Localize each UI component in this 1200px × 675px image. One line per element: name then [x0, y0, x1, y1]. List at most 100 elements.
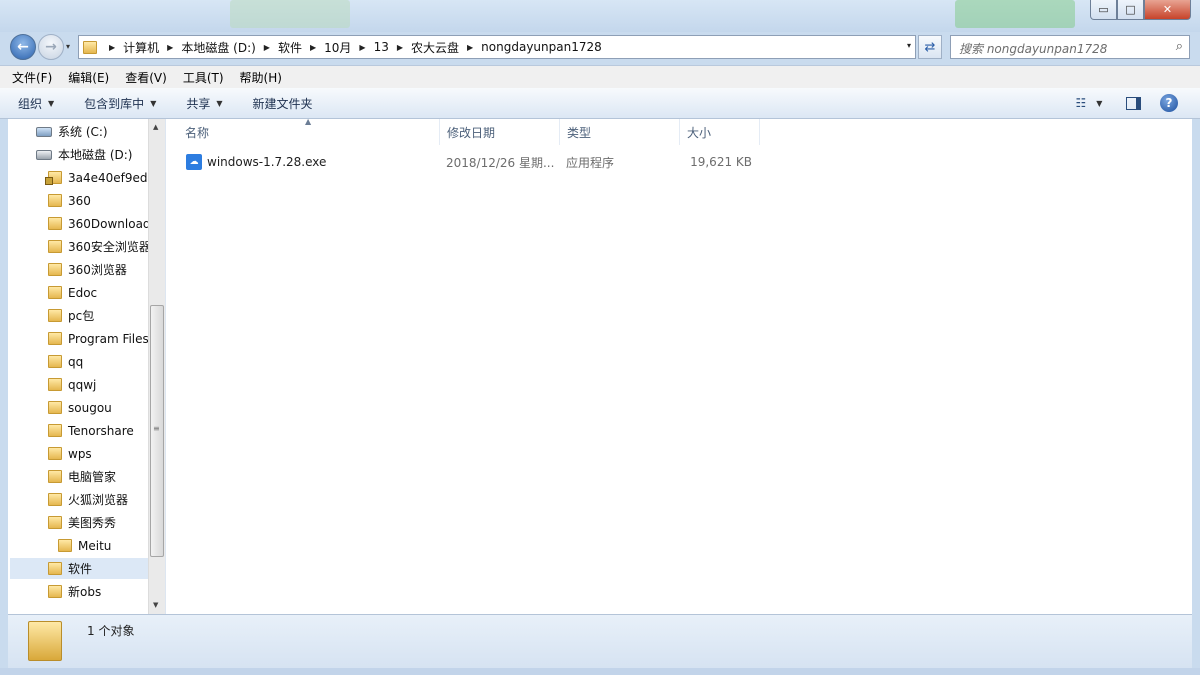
- folder-icon: [28, 621, 62, 661]
- file-size: 19,621 KB: [690, 155, 752, 169]
- preview-pane-icon: [1125, 96, 1141, 110]
- folder-icon: [48, 447, 62, 460]
- organize-button[interactable]: 组织 ▼: [18, 95, 54, 112]
- tree-item-folder[interactable]: 360Download: [48, 213, 151, 234]
- share-label: 共享: [186, 96, 211, 111]
- details-pane: 1 个对象: [8, 614, 1192, 668]
- column-header-size[interactable]: 大小: [680, 119, 760, 145]
- tree-item-label: qqwj: [68, 377, 97, 392]
- tree-item-label: 本地磁盘 (D:): [58, 148, 133, 162]
- back-button[interactable]: ←: [10, 34, 36, 60]
- navigation-pane: 系统 (C:) 本地磁盘 (D:) 3a4e40ef9ed7 360 360Do…: [8, 119, 166, 614]
- help-button[interactable]: ?: [1160, 93, 1178, 113]
- tree-item-label: 软件: [68, 562, 93, 576]
- tree-item-drive-d[interactable]: 本地磁盘 (D:): [36, 144, 132, 165]
- folder-icon: [48, 585, 62, 598]
- command-bar: 组织 ▼ 包含到库中 ▼ 共享 ▼ 新建文件夹 ☷ ▼ ?: [0, 88, 1200, 119]
- chevron-right-icon[interactable]: ▶: [109, 43, 115, 52]
- background-window-ghost: [955, 0, 1075, 28]
- breadcrumb-computer[interactable]: 计算机: [123, 39, 159, 56]
- tree-item-folder[interactable]: 美图秀秀: [48, 512, 116, 533]
- tree-item-folder[interactable]: 360浏览器: [48, 259, 127, 280]
- menu-help[interactable]: 帮助(H): [240, 69, 282, 86]
- search-icon[interactable]: ⌕: [1176, 39, 1183, 54]
- folder-icon: [48, 378, 62, 391]
- scroll-down-arrow-icon[interactable]: ▼: [153, 601, 158, 609]
- column-header-name[interactable]: 名称: [178, 119, 440, 145]
- tree-item-folder[interactable]: Program Files: [48, 328, 149, 349]
- maximize-button[interactable]: □: [1117, 0, 1144, 20]
- tree-item-folder[interactable]: Edoc: [48, 282, 97, 303]
- tree-item-folder[interactable]: 360安全浏览器: [48, 236, 151, 257]
- tree-item-folder[interactable]: Meitu: [58, 535, 111, 556]
- tree-item-label: Edoc: [68, 285, 98, 300]
- tree-item-label: 360浏览器: [68, 263, 127, 277]
- scroll-up-arrow-icon[interactable]: ▲: [153, 123, 158, 131]
- chevron-right-icon[interactable]: ▶: [167, 43, 173, 52]
- chevron-right-icon[interactable]: ▶: [264, 43, 270, 52]
- breadcrumb-drive-d[interactable]: 本地磁盘 (D:): [181, 39, 255, 56]
- folder-icon: [48, 332, 62, 345]
- minimize-button[interactable]: ▭: [1090, 0, 1117, 20]
- folder-icon: [83, 40, 97, 54]
- close-button[interactable]: ✕: [1144, 0, 1191, 20]
- tree-item-label: pc包: [68, 309, 95, 323]
- tree-item-folder-selected[interactable]: 软件: [10, 558, 148, 579]
- menu-edit[interactable]: 编辑(E): [68, 69, 109, 86]
- file-row[interactable]: ☁ windows-1.7.28.exe 2018/12/26 星期... 应用…: [166, 151, 766, 173]
- tree-item-label: 系统 (C:): [58, 125, 108, 139]
- tree-item-label: 新obs: [68, 585, 102, 599]
- chevron-right-icon[interactable]: ▶: [310, 43, 316, 52]
- tree-item-label: sougou: [68, 400, 112, 415]
- nav-scrollbar[interactable]: ▲ ≡ ▼: [148, 119, 165, 614]
- tree-item-folder[interactable]: 火狐浏览器: [48, 489, 128, 510]
- folder-icon: [48, 355, 62, 368]
- tree-item-folder[interactable]: sougou: [48, 397, 112, 418]
- menu-bar: 文件(F) 编辑(E) 查看(V) 工具(T) 帮助(H): [0, 65, 1200, 88]
- recent-pages-dropdown[interactable]: ▾: [66, 42, 70, 51]
- breadcrumb-software[interactable]: 软件: [278, 39, 302, 56]
- tree-item-folder[interactable]: 360: [48, 190, 91, 211]
- background-window-ghost: [230, 0, 350, 28]
- tree-item-drive-c[interactable]: 系统 (C:): [36, 121, 108, 142]
- chevron-right-icon[interactable]: ▶: [467, 43, 473, 52]
- address-row: ← → ▾ ▶ 计算机 ▶ 本地磁盘 (D:) ▶ 软件 ▶ 10月 ▶ 13 …: [0, 32, 1200, 62]
- chevron-right-icon[interactable]: ▶: [397, 43, 403, 52]
- item-count: 1 个对象: [87, 624, 135, 638]
- refresh-button[interactable]: ⇄: [918, 35, 942, 59]
- file-name-cell[interactable]: ☁ windows-1.7.28.exe: [186, 151, 326, 173]
- address-bar[interactable]: ▶ 计算机 ▶ 本地磁盘 (D:) ▶ 软件 ▶ 10月 ▶ 13 ▶ 农大云盘…: [78, 35, 916, 59]
- forward-button[interactable]: →: [38, 34, 64, 60]
- tree-item-folder[interactable]: pc包: [48, 305, 94, 326]
- tree-item-folder[interactable]: qq: [48, 351, 83, 372]
- breadcrumb-nongdayunpan[interactable]: nongdayunpan1728: [481, 40, 602, 54]
- include-library-button[interactable]: 包含到库中 ▼: [84, 95, 156, 112]
- cloud-app-icon: ☁: [186, 154, 202, 170]
- breadcrumb-nongda-cloud[interactable]: 农大云盘: [411, 39, 459, 56]
- menu-file[interactable]: 文件(F): [12, 69, 52, 86]
- preview-pane-button[interactable]: [1124, 93, 1142, 113]
- drive-icon: [36, 149, 52, 160]
- search-input[interactable]: 搜索 nongdayunpan1728 ⌕: [950, 35, 1190, 59]
- tree-item-label: 3a4e40ef9ed7: [68, 170, 156, 185]
- tree-item-folder[interactable]: Tenorshare: [48, 420, 134, 441]
- menu-tools[interactable]: 工具(T): [183, 69, 224, 86]
- address-history-dropdown[interactable]: ▾: [907, 41, 911, 50]
- breadcrumb-october[interactable]: 10月: [324, 39, 351, 56]
- column-header-modified[interactable]: 修改日期: [440, 119, 560, 145]
- new-folder-button[interactable]: 新建文件夹: [253, 95, 313, 112]
- folder-icon: [48, 562, 62, 575]
- tree-item-label: 360Download: [68, 216, 151, 231]
- chevron-right-icon[interactable]: ▶: [359, 43, 365, 52]
- view-options-button[interactable]: ☷ ▼: [1069, 93, 1109, 113]
- breadcrumb-13[interactable]: 13: [374, 40, 389, 54]
- share-button[interactable]: 共享 ▼: [186, 95, 222, 112]
- search-placeholder: 搜索 nongdayunpan1728: [959, 42, 1108, 56]
- tree-item-folder[interactable]: 3a4e40ef9ed7: [45, 167, 156, 188]
- tree-item-folder[interactable]: 新obs: [48, 581, 101, 602]
- tree-item-folder[interactable]: 电脑管家: [48, 466, 116, 487]
- tree-item-folder[interactable]: wps: [48, 443, 92, 464]
- column-header-type[interactable]: 类型: [560, 119, 680, 145]
- tree-item-folder[interactable]: qqwj: [48, 374, 96, 395]
- menu-view[interactable]: 查看(V): [125, 69, 167, 86]
